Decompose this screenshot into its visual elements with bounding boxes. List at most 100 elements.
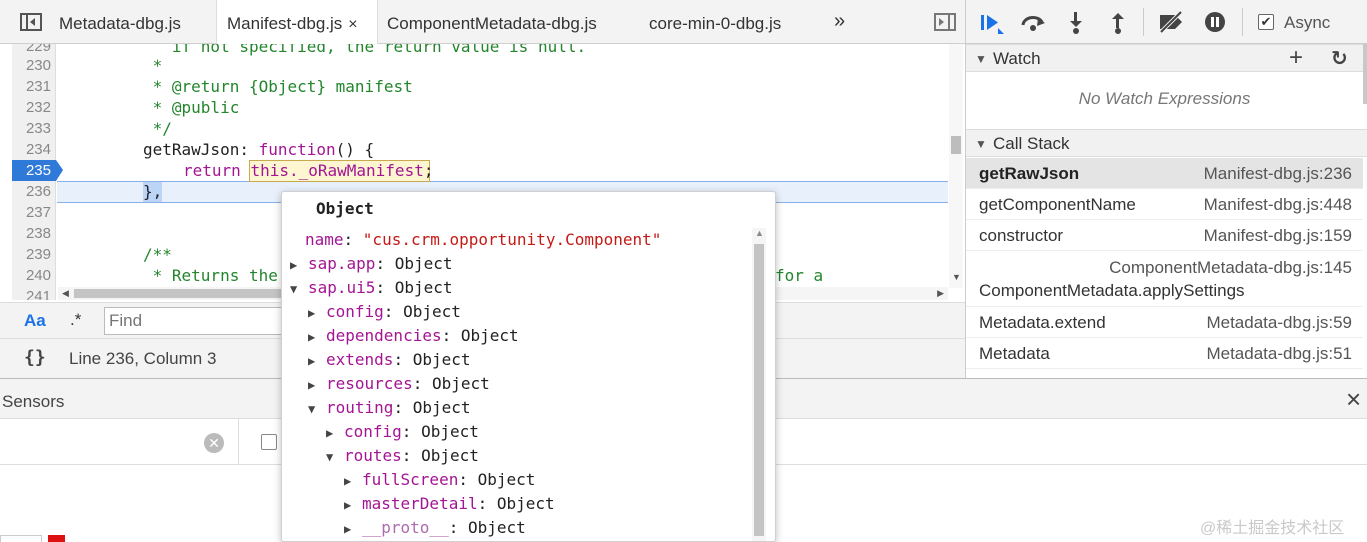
- cursor-position: Line 236, Column 3: [69, 349, 217, 368]
- collapse-triangle-icon: ▼: [326, 450, 334, 464]
- tab-componentmetadata-dbg[interactable]: ComponentMetadata-dbg.js: [387, 0, 597, 44]
- drawer-checkbox[interactable]: [261, 434, 277, 450]
- panel-scrollbar[interactable]: [1363, 44, 1367, 104]
- collapse-triangle-icon: ▼: [308, 402, 316, 416]
- tab-core-min-dbg[interactable]: core-min-0-dbg.js: [649, 0, 781, 44]
- watch-empty-message: No Watch Expressions: [1078, 89, 1251, 108]
- line-number[interactable]: 236: [12, 181, 56, 202]
- expand-triangle-icon: ▶: [308, 378, 316, 392]
- property-row[interactable]: ▶ sap.app: Object: [290, 252, 453, 276]
- popover-scrollbar[interactable]: ▲: [752, 228, 766, 541]
- call-frame[interactable]: constructor Manifest-dbg.js:159: [966, 220, 1363, 251]
- property-row[interactable]: ▶ config: Object: [326, 420, 479, 444]
- code-line: if not specified, the return value is nu…: [143, 44, 587, 56]
- frame-function: getRawJson: [979, 164, 1080, 183]
- property-row[interactable]: ▼ sap.ui5: Object: [290, 276, 453, 300]
- frame-function: ComponentMetadata.applySettings: [979, 281, 1245, 300]
- collapse-triangle-icon: ▼: [290, 282, 298, 296]
- code-line: * @public: [143, 98, 240, 117]
- line-number[interactable]: 237: [12, 202, 56, 223]
- popover-title: Object: [316, 199, 374, 218]
- close-tab-icon[interactable]: ×: [348, 16, 357, 33]
- breakpoint-marker[interactable]: 235: [12, 160, 56, 181]
- step-over-icon[interactable]: [1020, 12, 1048, 32]
- call-frame-selected[interactable]: getRawJson Manifest-dbg.js:236: [966, 158, 1363, 189]
- call-frame[interactable]: Metadata.extend Metadata-dbg.js:59: [966, 307, 1363, 338]
- debugger-toolbar: ✔ Async: [966, 0, 1367, 44]
- drawer-tab-sensors[interactable]: Sensors: [2, 392, 64, 412]
- more-tabs-icon[interactable]: »: [834, 0, 845, 44]
- toggle-debugger-icon[interactable]: [934, 13, 956, 31]
- toolbar-divider: [1242, 8, 1243, 36]
- sidebar-toggle-icon[interactable]: [20, 13, 42, 31]
- resume-icon[interactable]: [980, 12, 1006, 36]
- call-frame[interactable]: getComponentName Manifest-dbg.js:448: [966, 189, 1363, 220]
- code-line: return this._oRawManifest;: [183, 161, 434, 180]
- callstack-title: Call Stack: [993, 134, 1070, 153]
- line-number[interactable]: 239: [12, 244, 56, 265]
- code-line: getRawJson: function() {: [143, 140, 375, 159]
- code-line: * @return {Object} manifest: [143, 77, 413, 96]
- drawer-footer-box: [0, 535, 42, 542]
- frame-location: Manifest-dbg.js:236: [1203, 164, 1352, 183]
- frame-function: getComponentName: [979, 195, 1136, 214]
- expand-triangle-icon: ▶: [326, 426, 334, 440]
- frame-location: Manifest-dbg.js:448: [1203, 195, 1352, 214]
- step-out-icon[interactable]: [1108, 11, 1128, 35]
- tab-label: Manifest-dbg.js: [227, 14, 343, 33]
- property-row[interactable]: ▶ extends: Object: [308, 348, 471, 372]
- pretty-print-button[interactable]: {}: [24, 347, 46, 368]
- callstack-section-header[interactable]: ▼ Call Stack: [966, 129, 1367, 157]
- deactivate-breakpoints-icon[interactable]: [1157, 11, 1187, 33]
- tab-label: ComponentMetadata-dbg.js: [387, 14, 597, 33]
- code-line: },: [143, 182, 163, 201]
- property-row[interactable]: ▼ routing: Object: [308, 396, 471, 420]
- line-number[interactable]: 241: [12, 286, 56, 300]
- line-number[interactable]: 230: [12, 55, 56, 76]
- refresh-watch-icon[interactable]: ↻: [1331, 45, 1348, 73]
- property-row[interactable]: ▶ __proto__: Object: [344, 516, 526, 540]
- line-number[interactable]: 231: [12, 76, 56, 97]
- match-case-button[interactable]: Aa: [24, 311, 46, 331]
- property-row[interactable]: ▶ resources: Object: [308, 372, 490, 396]
- find-input[interactable]: [104, 307, 294, 335]
- property-row[interactable]: ▶ masterDetail: Object: [344, 492, 555, 516]
- tab-manifest-dbg[interactable]: Manifest-dbg.js ×: [216, 0, 378, 45]
- call-frame[interactable]: ComponentMetadata-dbg.js:145 ComponentMe…: [966, 251, 1363, 307]
- add-watch-icon[interactable]: +: [1289, 45, 1303, 71]
- toolbar-divider: [238, 419, 239, 465]
- expand-triangle-icon: ▶: [344, 522, 352, 536]
- collapse-triangle-icon: ▼: [975, 137, 987, 151]
- async-checkbox[interactable]: ✔: [1258, 14, 1274, 30]
- line-number[interactable]: 232: [12, 97, 56, 118]
- property-row[interactable]: ▼ routes: Object: [326, 444, 479, 468]
- line-number[interactable]: 240: [12, 265, 56, 286]
- watch-section-header[interactable]: ▼ Watch + ↻: [966, 44, 1367, 72]
- line-number[interactable]: 234: [12, 139, 56, 160]
- regex-button[interactable]: .*: [70, 310, 81, 330]
- property-row[interactable]: ▶ config: Object: [308, 300, 461, 324]
- line-number[interactable]: 233: [12, 118, 56, 139]
- close-drawer-icon[interactable]: ×: [1346, 384, 1361, 415]
- pause-on-exceptions-icon[interactable]: [1204, 11, 1226, 33]
- code-line: for a: [775, 266, 824, 285]
- property-row[interactable]: ▶ dependencies: Object: [308, 324, 519, 348]
- line-number[interactable]: 238: [12, 223, 56, 244]
- watch-title: Watch: [993, 49, 1041, 68]
- vertical-scrollbar[interactable]: ▼: [949, 44, 963, 288]
- frame-function: constructor: [979, 226, 1064, 245]
- code-line: */: [143, 119, 172, 138]
- property-row[interactable]: ▶ fullScreen: Object: [344, 468, 535, 492]
- frame-function: Metadata: [979, 344, 1050, 363]
- debugger-sidebar: ✔ Async ▼ Watch + ↻ No Watch Expressions…: [965, 0, 1367, 378]
- step-into-icon[interactable]: [1066, 11, 1086, 35]
- editor-tab-bar: Metadata-dbg.js Manifest-dbg.js × Compone…: [0, 0, 965, 45]
- expand-triangle-icon: ▶: [308, 354, 316, 368]
- call-frame[interactable]: Metadata Metadata-dbg.js:51: [966, 338, 1363, 369]
- frame-function: Metadata.extend: [979, 313, 1106, 332]
- object-preview-popover[interactable]: Object ▲ name: "cus.crm.opportunity.Comp…: [281, 191, 776, 542]
- expand-triangle-icon: ▶: [290, 258, 298, 272]
- clear-input-icon[interactable]: ✕: [204, 433, 224, 453]
- tab-metadata-dbg[interactable]: Metadata-dbg.js: [59, 0, 181, 44]
- property-row[interactable]: name: "cus.crm.opportunity.Component": [305, 228, 661, 252]
